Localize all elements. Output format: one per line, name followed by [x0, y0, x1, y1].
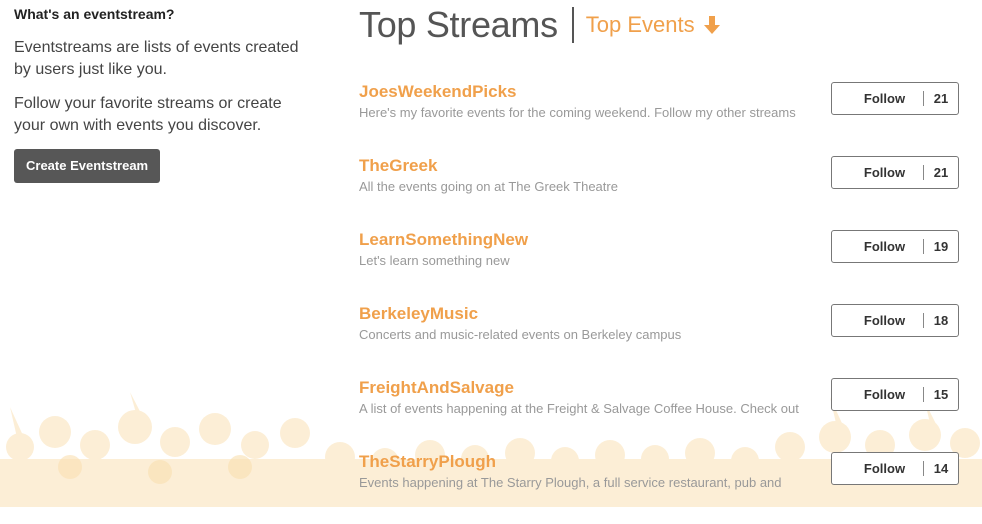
follow-button[interactable]: Follow 18 [831, 304, 959, 337]
follow-button[interactable]: Follow 15 [831, 378, 959, 411]
page-title: Top Streams [359, 4, 558, 45]
follower-count: 15 [933, 387, 949, 402]
follow-button[interactable]: Follow 21 [831, 82, 959, 115]
stream-item: TheGreek All the events going on at The G… [359, 154, 969, 228]
follower-count: 21 [933, 165, 949, 180]
main-content: Top Streams Top Events JoesWeekendPicks H… [359, 0, 969, 490]
stream-list: JoesWeekendPicks Here's my favorite event… [359, 80, 969, 524]
follow-button[interactable]: Follow 21 [831, 156, 959, 189]
top-events-link[interactable]: Top Events [586, 12, 721, 38]
stream-description: A list of events happening at the Freigh… [359, 401, 799, 416]
top-events-label: Top Events [585, 12, 695, 37]
follow-label: Follow [863, 313, 906, 328]
page-heading: Top Streams Top Events [359, 0, 969, 50]
stream-item: LearnSomethingNew Let's learn something n… [359, 228, 969, 302]
stream-description: Here's my favorite events for the coming… [359, 105, 796, 120]
stream-description: All the events going on at The Greek The… [359, 179, 618, 194]
stream-description: Concerts and music-related events on Ber… [359, 327, 682, 342]
stream-item: TheStarryPlough Events happening at The S… [359, 450, 969, 524]
follow-label: Follow [863, 387, 906, 402]
follow-label: Follow [863, 239, 906, 254]
sidebar-follow-text: Follow your favorite streams or create y… [14, 95, 282, 134]
stream-item: JoesWeekendPicks Here's my favorite event… [359, 80, 969, 154]
title-divider [571, 7, 574, 43]
follow-label: Follow [863, 165, 906, 180]
follower-count: 14 [933, 461, 949, 476]
sidebar: What's an eventstream? Eventstreams are … [14, 6, 314, 183]
follower-count: 19 [933, 239, 949, 254]
follow-label: Follow [863, 91, 906, 106]
stream-description: Let's learn something new [359, 253, 510, 268]
sidebar-description: Eventstreams are lists of events created… [14, 39, 299, 78]
follower-count: 21 [933, 91, 949, 106]
sidebar-heading: What's an eventstream? [14, 6, 175, 22]
stream-item: BerkeleyMusic Concerts and music-related … [359, 302, 969, 376]
arrow-down-icon [703, 16, 720, 34]
follow-label: Follow [863, 461, 906, 476]
follower-count: 18 [933, 313, 949, 328]
follow-button[interactable]: Follow 19 [831, 230, 959, 263]
stream-description: Events happening at The Starry Plough, a… [359, 475, 782, 490]
create-eventstream-button[interactable]: Create Eventstream [14, 149, 161, 183]
stream-item: FreightAndSalvage A list of events happen… [359, 376, 969, 450]
follow-button[interactable]: Follow 14 [831, 452, 959, 485]
